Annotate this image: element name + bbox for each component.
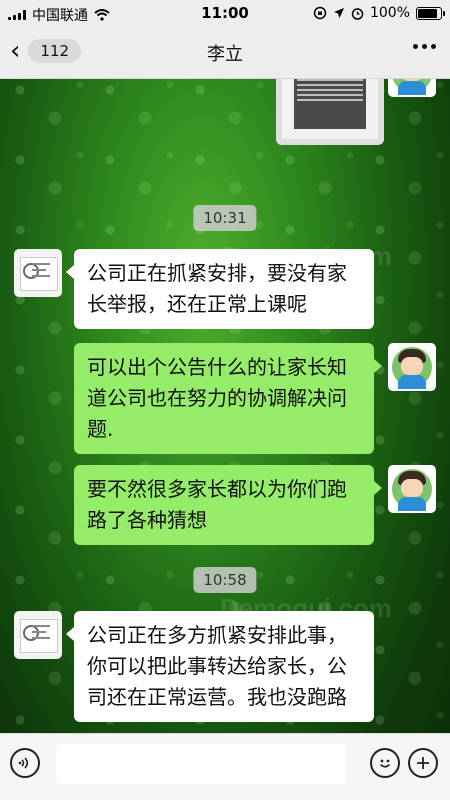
message-bubble-outgoing[interactable]: 可以出个公告什么的让家长知道公司也在努力的协调解决问题. xyxy=(74,343,382,454)
alarm-icon xyxy=(351,7,364,20)
plus-button[interactable] xyxy=(408,748,438,778)
message-list[interactable]: 10:31 公司正在抓紧安排，要没有家长举报，还在正常上课呢 Demogui.c… xyxy=(0,79,450,734)
more-dot-icon xyxy=(413,44,418,49)
avatar-self[interactable] xyxy=(388,343,436,391)
watermark-text: Demogui.com xyxy=(220,241,392,271)
more-options-button[interactable] xyxy=(413,44,436,49)
message-bubble-incoming[interactable]: 公司正在多方抓紧安排此事，你可以把此事转达给家长，公司还在正常运营。我也没跑路 xyxy=(66,611,374,722)
status-right: 100% xyxy=(313,5,445,21)
location-icon xyxy=(333,8,344,18)
emoji-button[interactable] xyxy=(370,748,400,778)
chat-screen: 中国联通 11:00 100% ‹ 112 李立 10:31 公司正在抓紧安排，… xyxy=(0,0,450,800)
plus-icon xyxy=(417,757,429,769)
more-dot-icon xyxy=(431,44,436,49)
voice-icon xyxy=(18,757,29,769)
emoji-icon xyxy=(379,759,391,768)
avatar-contact[interactable] xyxy=(14,249,62,297)
battery-percent: 100% xyxy=(369,5,410,21)
message-bubble-outgoing[interactable]: 要不然很多家长都以为你们跑路了各种猜想 xyxy=(74,465,382,545)
input-bar xyxy=(0,733,450,800)
image-message[interactable] xyxy=(276,79,384,145)
avatar-self[interactable] xyxy=(388,79,436,97)
status-bar: 中国联通 11:00 100% xyxy=(0,0,450,26)
battery-icon xyxy=(416,6,445,20)
timestamp: 10:58 xyxy=(193,567,257,593)
avatar-contact[interactable] xyxy=(14,611,62,659)
rotation-lock-icon xyxy=(313,6,327,20)
more-dot-icon xyxy=(422,44,427,49)
message-input[interactable] xyxy=(56,744,346,784)
nav-bar: ‹ 112 李立 xyxy=(0,26,450,79)
watermark-text: Demogui.com xyxy=(220,593,392,623)
voice-button[interactable] xyxy=(10,748,40,778)
avatar-self[interactable] xyxy=(388,465,436,513)
chat-title: 李立 xyxy=(207,44,243,65)
timestamp: 10:31 xyxy=(193,205,257,231)
image-message-content xyxy=(294,79,366,129)
